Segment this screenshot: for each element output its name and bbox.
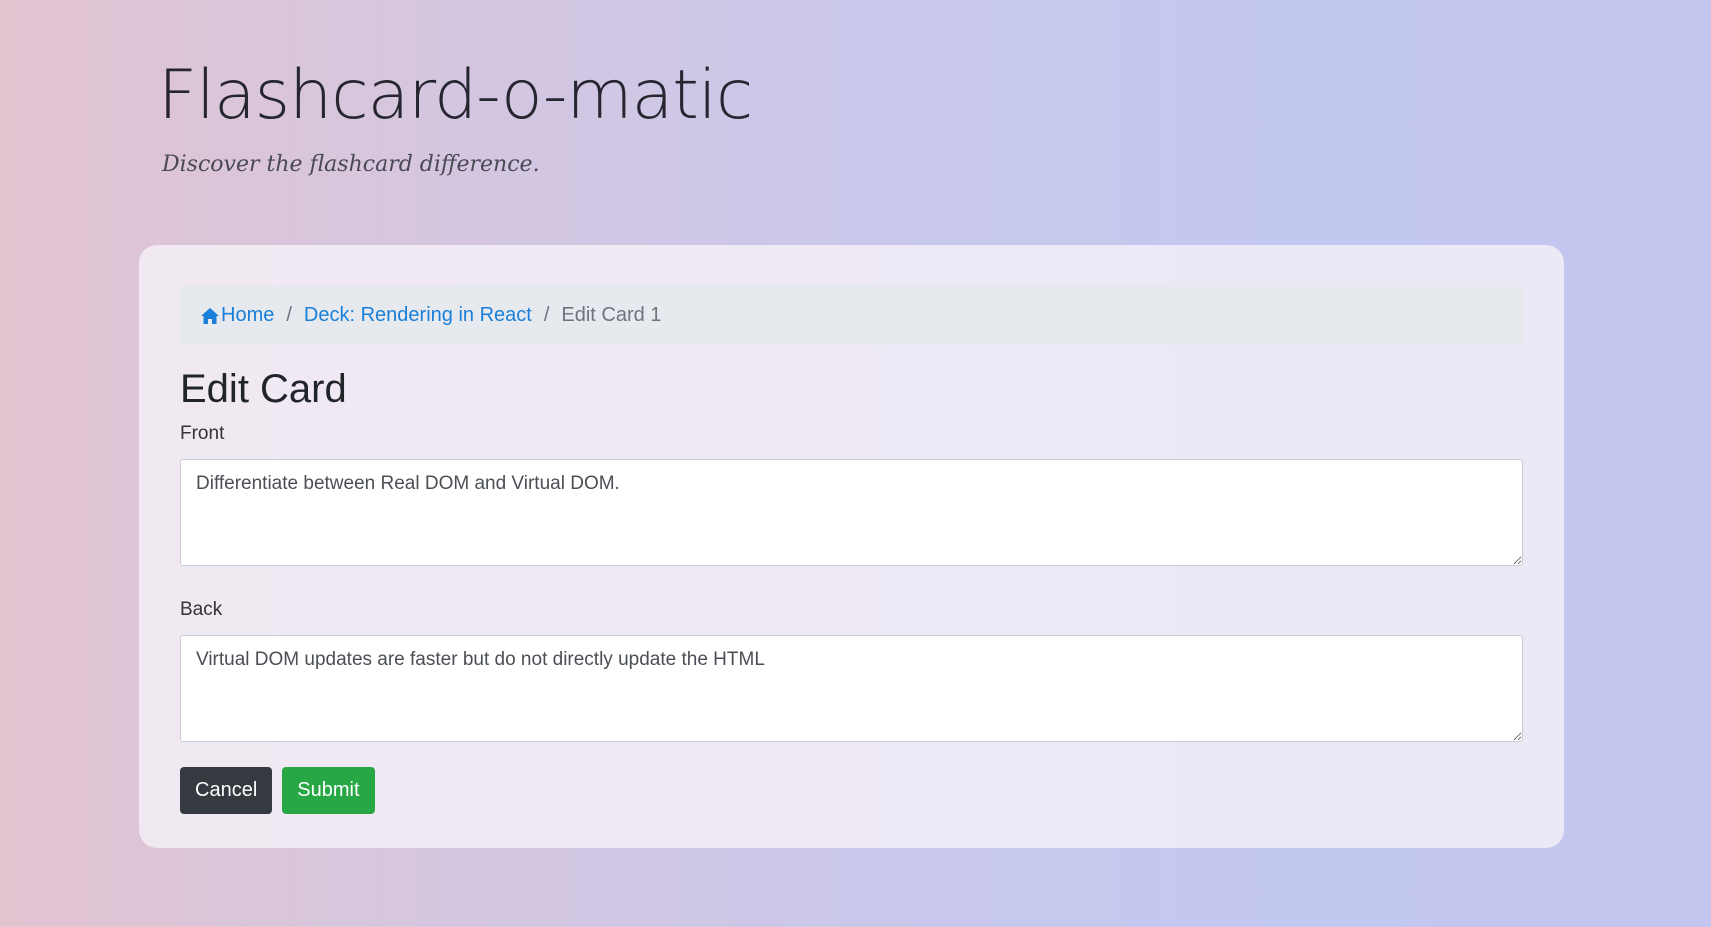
front-label: Front	[180, 423, 225, 444]
front-textarea[interactable]	[180, 459, 1523, 566]
breadcrumb-home-link[interactable]: Home	[200, 304, 274, 327]
breadcrumb-home-label: Home	[221, 304, 275, 326]
back-textarea[interactable]	[180, 635, 1523, 742]
breadcrumb: Home / Deck: Rendering in React / Edit C…	[180, 286, 1523, 345]
form-buttons: Cancel Submit	[180, 767, 1523, 814]
breadcrumb-deck-link[interactable]: Deck: Rendering in React	[304, 304, 532, 327]
cancel-button[interactable]: Cancel	[180, 767, 273, 814]
site-header: Flashcard-o-matic Discover the flashcard…	[158, 56, 753, 178]
back-label: Back	[180, 599, 223, 620]
submit-button[interactable]: Submit	[282, 767, 375, 814]
back-field-wrap	[180, 635, 1523, 747]
breadcrumb-current: Edit Card 1	[561, 304, 662, 326]
edit-card-panel: Home / Deck: Rendering in React / Edit C…	[139, 245, 1564, 848]
home-icon	[201, 307, 219, 324]
front-field-wrap	[180, 459, 1523, 571]
breadcrumb-separator: /	[286, 304, 292, 326]
site-tagline: Discover the flashcard difference.	[162, 152, 540, 177]
page-title: Edit Card	[180, 367, 347, 411]
breadcrumb-separator: /	[543, 304, 550, 326]
site-title: Flashcard-o-matic	[158, 56, 753, 135]
